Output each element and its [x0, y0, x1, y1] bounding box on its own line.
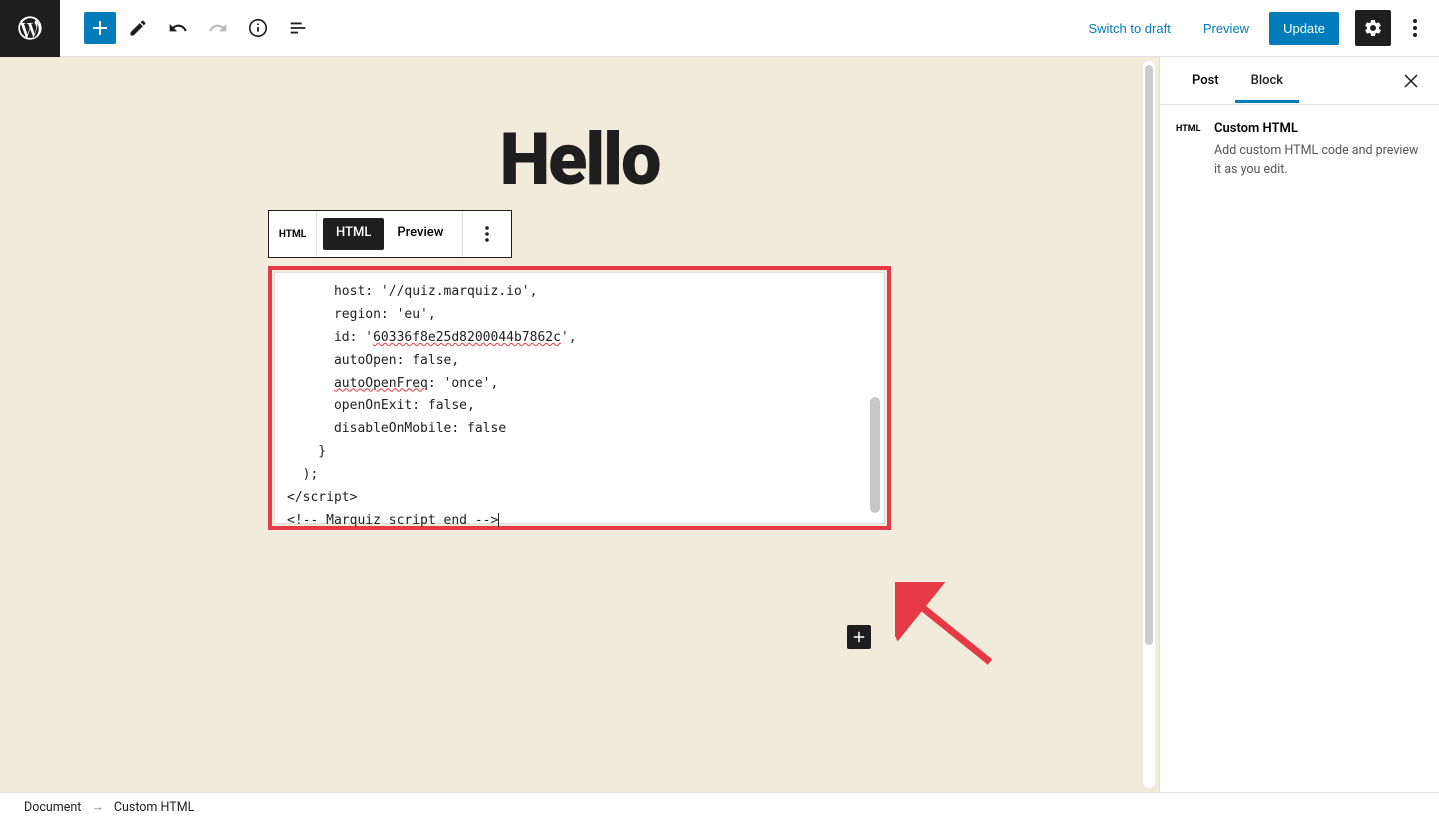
block-type-button[interactable]: HTML [269, 211, 317, 257]
settings-button[interactable] [1355, 10, 1391, 46]
page-title[interactable]: Hello [0, 117, 1159, 202]
more-vertical-icon [485, 226, 489, 242]
update-button[interactable]: Update [1269, 12, 1339, 45]
more-vertical-icon [1413, 19, 1417, 37]
switch-to-draft-button[interactable]: Switch to draft [1076, 13, 1182, 44]
list-icon [287, 17, 309, 39]
undo-button[interactable] [160, 10, 196, 46]
canvas-scroll-thumb[interactable] [1145, 65, 1153, 645]
html-type-label: HTML [279, 229, 306, 240]
breadcrumb-root[interactable]: Document [24, 800, 81, 815]
block-info-text: Custom HTML Add custom HTML code and pre… [1214, 121, 1423, 180]
highlight-box: host: '//quiz.marquiz.io', region: 'eu',… [268, 266, 891, 530]
html-tab[interactable]: HTML [323, 218, 384, 250]
plus-icon [850, 628, 868, 646]
close-icon [1404, 74, 1418, 88]
custom-html-block[interactable]: host: '//quiz.marquiz.io', region: 'eu',… [274, 272, 885, 524]
code-scrollbar[interactable] [868, 277, 882, 519]
wordpress-logo[interactable] [0, 0, 60, 57]
block-tab[interactable]: Block [1235, 59, 1299, 103]
redo-icon [208, 18, 228, 38]
pencil-icon [128, 18, 148, 38]
html-preview-toggle: HTML Preview [317, 211, 463, 257]
sidebar-tabs: Post Block [1160, 57, 1439, 105]
info-button[interactable] [240, 10, 276, 46]
code-scroll-thumb[interactable] [870, 397, 880, 513]
add-block-button[interactable] [84, 12, 116, 44]
code-textarea[interactable]: host: '//quiz.marquiz.io', region: 'eu',… [275, 273, 884, 541]
breadcrumb: Document → Custom HTML [0, 792, 1439, 821]
preview-button[interactable]: Preview [1191, 13, 1261, 44]
undo-icon [168, 18, 188, 38]
settings-sidebar: Post Block HTML Custom HTML Add custom H… [1159, 57, 1439, 792]
block-more-button[interactable] [463, 211, 511, 257]
main-area: Hello HTML HTML Preview host: '//quiz.ma… [0, 57, 1439, 792]
annotation-arrow [895, 582, 995, 672]
gear-icon [1363, 18, 1383, 38]
chevron-right-icon: → [91, 800, 104, 815]
editor-canvas[interactable]: Hello HTML HTML Preview host: '//quiz.ma… [0, 57, 1159, 792]
post-tab[interactable]: Post [1176, 59, 1235, 103]
block-info-icon: HTML [1176, 121, 1200, 180]
canvas-scrollbar[interactable] [1143, 61, 1155, 788]
edit-mode-button[interactable] [120, 10, 156, 46]
block-info-description: Add custom HTML code and preview it as y… [1214, 142, 1423, 180]
top-toolbar: Switch to draft Preview Update [0, 0, 1439, 57]
preview-tab[interactable]: Preview [384, 218, 456, 250]
block-info-panel: HTML Custom HTML Add custom HTML code an… [1160, 105, 1439, 196]
toolbar-left [0, 0, 316, 56]
outline-button[interactable] [280, 10, 316, 46]
plus-icon [88, 16, 112, 40]
code-block-wrapper: host: '//quiz.marquiz.io', region: 'eu',… [268, 266, 891, 530]
block-info-title: Custom HTML [1214, 121, 1423, 136]
info-icon [247, 17, 269, 39]
breadcrumb-current[interactable]: Custom HTML [114, 800, 194, 815]
add-block-inline-button[interactable] [847, 625, 871, 649]
block-toolbar: HTML HTML Preview [268, 210, 512, 258]
close-sidebar-button[interactable] [1399, 69, 1423, 93]
redo-button[interactable] [200, 10, 236, 46]
toolbar-right: Switch to draft Preview Update [1076, 10, 1439, 46]
more-options-button[interactable] [1403, 10, 1427, 46]
wordpress-icon [16, 14, 44, 42]
